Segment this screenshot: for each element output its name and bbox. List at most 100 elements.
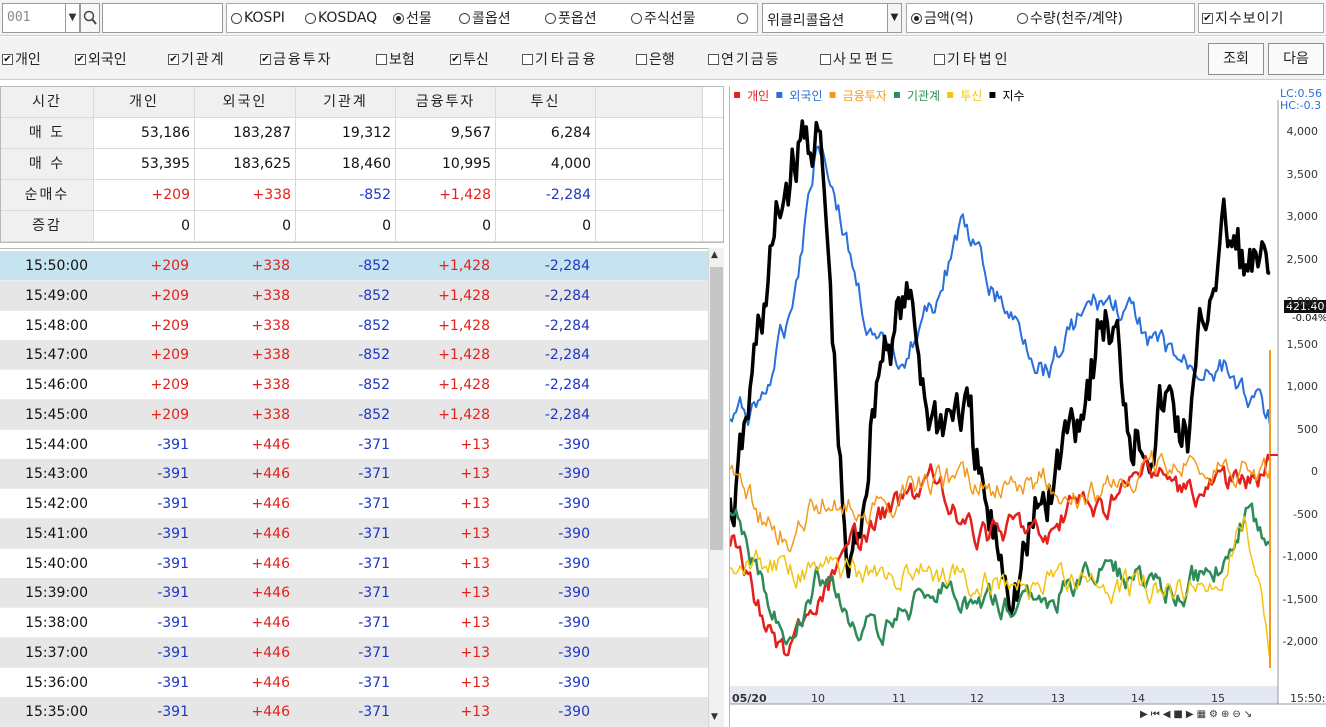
table-row[interactable]: 15:41:00 -391 +446 -371 +13 -390 bbox=[0, 518, 708, 549]
checkbox-label: 기관계 bbox=[181, 52, 226, 68]
radio-weekly[interactable] bbox=[737, 12, 750, 24]
row-value: +446 bbox=[251, 585, 290, 602]
x-tick-label: 11 bbox=[892, 692, 906, 705]
time-series-list[interactable]: 15:50:00 +209 +338 -852 +1,428 -2,284 15:49:00… bbox=[0, 248, 708, 727]
filter-financial-invest[interactable]: ✔ 금융투자 bbox=[260, 49, 333, 69]
filter-private-fund[interactable]: 사모펀드 bbox=[820, 49, 897, 69]
stop-icon[interactable]: ■ bbox=[1173, 709, 1182, 720]
grid-icon[interactable]: ▦ bbox=[1197, 709, 1206, 720]
radio-amount[interactable]: 금액(억) bbox=[911, 8, 974, 28]
zoom-out-icon[interactable]: ⊖ bbox=[1232, 709, 1240, 720]
radio-kospi[interactable]: KOSPI bbox=[231, 10, 285, 26]
row-value: -852 bbox=[358, 377, 390, 393]
summary-row: 순매수 +209 +338 -852 +1,428 -2,284 bbox=[1, 180, 723, 211]
row-time: 15:41:00 bbox=[25, 525, 88, 542]
gear-icon[interactable]: ⚙ bbox=[1209, 709, 1218, 720]
filter-foreign[interactable]: ✔ 외국인 bbox=[75, 49, 127, 69]
column-header: 투신 bbox=[496, 87, 596, 117]
radio-quantity[interactable]: 수량(천주/계약) bbox=[1017, 8, 1123, 28]
row-value: +13 bbox=[460, 704, 490, 721]
checkbox-label: 지수보이기 bbox=[1215, 11, 1285, 27]
checkbox-icon bbox=[522, 53, 533, 65]
row-time: 15:38:00 bbox=[25, 615, 88, 631]
arrow-up-icon[interactable]: ▲ bbox=[711, 250, 718, 260]
table-row[interactable]: 15:37:00 -391 +446 -371 +13 -390 bbox=[0, 637, 708, 668]
row-value: -390 bbox=[558, 615, 590, 631]
show-index-checkbox[interactable]: ✔ 지수보이기 bbox=[1198, 3, 1324, 33]
column-header: 시간 bbox=[1, 87, 94, 117]
radio-label: 풋옵션 bbox=[558, 11, 597, 27]
x-tick-label: 12 bbox=[970, 692, 984, 705]
row-value: -371 bbox=[358, 436, 390, 453]
next-button[interactable]: 다음 bbox=[1268, 43, 1324, 75]
zoom-in-icon[interactable]: ⊕ bbox=[1221, 709, 1229, 720]
name-input[interactable] bbox=[102, 3, 223, 33]
radio-futures[interactable]: 선물 bbox=[393, 8, 432, 28]
radio-call-option[interactable]: 콜옵션 bbox=[459, 8, 511, 28]
row-value: -390 bbox=[558, 496, 590, 512]
filter-other-corp[interactable]: 기타법인 bbox=[934, 49, 1011, 69]
row-time: 15:49:00 bbox=[25, 287, 88, 304]
checkbox-checked-icon: ✔ bbox=[260, 53, 271, 65]
hc-label: HC:-0.3 bbox=[1280, 99, 1322, 112]
row-value: -371 bbox=[358, 585, 390, 602]
filter-pension[interactable]: 연기금등 bbox=[708, 49, 781, 69]
arrow-icon[interactable]: ↘ bbox=[1244, 709, 1252, 720]
weekly-option-select[interactable]: 위클리콜옵션 ▼ bbox=[762, 3, 902, 33]
radio-put-option[interactable]: 풋옵션 bbox=[545, 8, 597, 28]
code-input[interactable]: 001 bbox=[2, 3, 66, 33]
radio-label: KOSPI bbox=[244, 10, 285, 26]
row-value: -371 bbox=[358, 496, 390, 512]
filter-individual[interactable]: ✔ 개인 bbox=[2, 49, 41, 69]
summary-cell: 9,567 bbox=[396, 118, 496, 148]
prev-icon[interactable]: ◀ bbox=[1163, 709, 1171, 720]
search-button[interactable] bbox=[80, 3, 100, 33]
table-row[interactable]: 15:35:00 -391 +446 -371 +13 -390 bbox=[0, 697, 708, 727]
x-tick-label: 14 bbox=[1131, 692, 1145, 705]
code-dropdown-button[interactable]: ▼ bbox=[66, 3, 80, 33]
row-value: -390 bbox=[558, 525, 590, 542]
table-row[interactable]: 15:48:00 +209 +338 -852 +1,428 -2,284 bbox=[0, 311, 708, 341]
radio-kosdaq[interactable]: KOSDAQ bbox=[305, 10, 377, 26]
filter-other-finance[interactable]: 기타금융 bbox=[522, 49, 599, 69]
row-time: 15:37:00 bbox=[25, 644, 88, 661]
table-row[interactable]: 15:43:00 -391 +446 -371 +13 -390 bbox=[0, 459, 708, 490]
magnifier-icon bbox=[83, 10, 97, 25]
row-value: +446 bbox=[251, 496, 290, 512]
filter-trust[interactable]: ✔ 투신 bbox=[450, 49, 489, 69]
row-value: -390 bbox=[558, 704, 590, 721]
table-row[interactable]: 15:49:00 +209 +338 -852 +1,428 -2,284 bbox=[0, 280, 708, 311]
row-value: +13 bbox=[460, 615, 490, 631]
chevron-down-icon: ▼ bbox=[68, 12, 77, 23]
empty-header bbox=[596, 87, 703, 117]
radio-stock-futures[interactable]: 주식선물 bbox=[631, 8, 696, 28]
table-row[interactable]: 15:47:00 +209 +338 -852 +1,428 -2,284 bbox=[0, 340, 708, 371]
summary-cell: +209 bbox=[94, 180, 195, 210]
table-row[interactable]: 15:45:00 +209 +338 -852 +1,428 -2,284 bbox=[0, 399, 708, 430]
table-row[interactable]: 15:44:00 -391 +446 -371 +13 -390 bbox=[0, 430, 708, 460]
table-row[interactable]: 15:38:00 -391 +446 -371 +13 -390 bbox=[0, 608, 708, 638]
filter-bank[interactable]: 은행 bbox=[636, 49, 675, 69]
row-value: +13 bbox=[460, 674, 490, 691]
checkbox-label: 투신 bbox=[463, 52, 489, 68]
scroll-right-icon[interactable]: ▶ bbox=[1140, 709, 1148, 720]
filter-institution[interactable]: ✔ 기관계 bbox=[168, 49, 226, 69]
query-button[interactable]: 조회 bbox=[1208, 43, 1264, 75]
row-time: 15:50:00 bbox=[25, 258, 88, 274]
row-label: 증감 bbox=[1, 211, 94, 241]
row-value: +13 bbox=[460, 436, 490, 453]
table-row[interactable]: 15:39:00 -391 +446 -371 +13 -390 bbox=[0, 578, 708, 609]
arrow-down-icon[interactable]: ▼ bbox=[711, 712, 718, 722]
table-row[interactable]: 15:42:00 -391 +446 -371 +13 -390 bbox=[0, 489, 708, 519]
row-value: -391 bbox=[157, 525, 189, 542]
next-icon[interactable]: ▶ bbox=[1186, 709, 1194, 720]
row-value: +1,428 bbox=[438, 377, 490, 393]
filter-insurance[interactable]: 보험 bbox=[376, 49, 415, 69]
row-time: 15:48:00 bbox=[25, 317, 88, 334]
table-row[interactable]: 15:36:00 -391 +446 -371 +13 -390 bbox=[0, 668, 708, 698]
table-row[interactable]: 15:40:00 -391 +446 -371 +13 -390 bbox=[0, 549, 708, 579]
table-row[interactable]: 15:46:00 +209 +338 -852 +1,428 -2,284 bbox=[0, 370, 708, 400]
table-row[interactable]: 15:50:00 +209 +338 -852 +1,428 -2,284 bbox=[0, 251, 708, 281]
first-icon[interactable]: ⏮ bbox=[1151, 709, 1160, 720]
scrollbar-thumb[interactable] bbox=[710, 267, 723, 550]
